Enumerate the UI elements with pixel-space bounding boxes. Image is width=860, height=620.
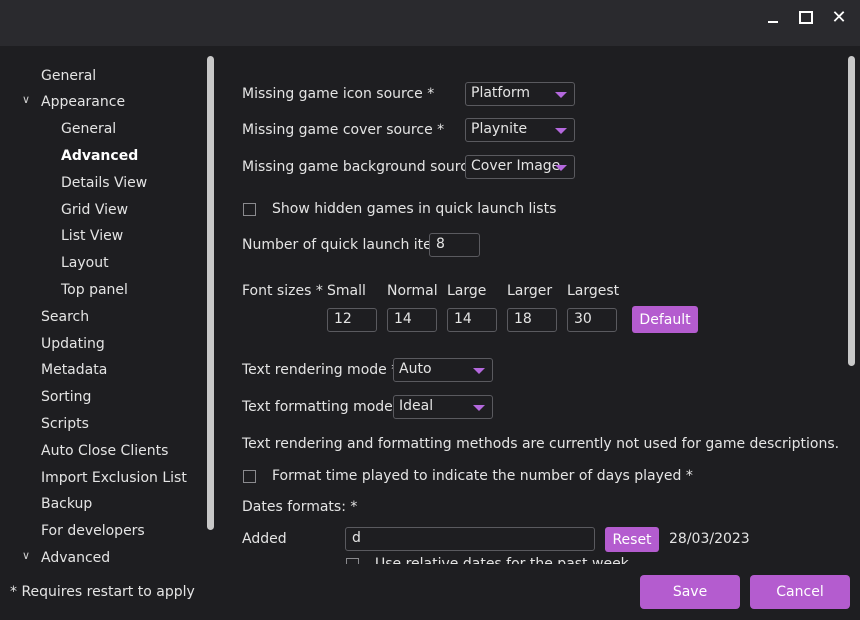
settings-sidebar: General ∨ Appearance General Advanced Det… <box>0 56 220 564</box>
formatting-mode-dropdown[interactable]: Ideal <box>393 395 493 419</box>
sidebar-item-search[interactable]: Search <box>41 309 89 325</box>
sidebar-item-appearance-general[interactable]: General <box>61 121 116 137</box>
font-size-normal-label: Normal <box>387 283 438 299</box>
font-size-large-input[interactable]: 14 <box>447 308 497 332</box>
sidebar-item-general[interactable]: General <box>41 68 96 84</box>
time-played-checkbox[interactable] <box>243 470 256 483</box>
sidebar-item-top-panel[interactable]: Top panel <box>61 282 128 298</box>
dropdown-arrow-icon <box>473 368 485 374</box>
font-size-larger-label: Larger <box>507 283 553 299</box>
quick-launch-input[interactable]: 8 <box>429 233 480 257</box>
icon-source-dropdown[interactable]: Platform <box>465 82 575 106</box>
rendering-mode-dropdown[interactable]: Auto <box>393 358 493 382</box>
font-size-largest-input[interactable]: 30 <box>567 308 617 332</box>
hidden-games-label: Show hidden games in quick launch lists <box>272 201 557 217</box>
sidebar-item-for-developers[interactable]: For developers <box>41 523 145 539</box>
sidebar-item-metadata[interactable]: Metadata <box>41 362 107 378</box>
minimize-icon[interactable] <box>762 6 784 28</box>
sidebar-item-appearance-advanced[interactable]: Advanced <box>61 148 138 164</box>
sidebar-item-auto-close-clients[interactable]: Auto Close Clients <box>41 443 168 459</box>
cover-source-dropdown[interactable]: Playnite <box>465 118 575 142</box>
sidebar-item-grid-view[interactable]: Grid View <box>61 202 128 218</box>
font-size-largest-label: Largest <box>567 283 620 299</box>
background-source-dropdown[interactable]: Cover Image <box>465 155 575 179</box>
icon-source-label: Missing game icon source * <box>242 86 435 102</box>
font-size-small-label: Small <box>327 283 366 299</box>
title-bar: ✕ <box>0 0 860 46</box>
sidebar-scrollbar[interactable] <box>207 56 214 530</box>
save-button[interactable]: Save <box>640 575 740 609</box>
sidebar-item-advanced[interactable]: ∨ Advanced <box>22 549 110 564</box>
font-size-small-input[interactable]: 12 <box>327 308 377 332</box>
added-label: Added <box>242 531 287 547</box>
cover-source-label: Missing game cover source * <box>242 122 445 138</box>
sidebar-item-details-view[interactable]: Details View <box>61 175 147 191</box>
font-size-large-label: Large <box>447 283 487 299</box>
sidebar-item-layout[interactable]: Layout <box>61 255 109 271</box>
font-sizes-label: Font sizes * <box>242 283 323 299</box>
relative-dates-label: Use relative dates for the past week <box>375 556 629 564</box>
dropdown-arrow-icon <box>473 405 485 411</box>
dates-formats-label: Dates formats: * <box>242 499 358 515</box>
added-format-input[interactable]: d <box>345 527 595 551</box>
rendering-mode-label: Text rendering mode * <box>242 362 399 378</box>
time-played-label: Format time played to indicate the numbe… <box>272 468 693 484</box>
sidebar-item-appearance[interactable]: ∨ Appearance <box>22 93 125 110</box>
sidebar-item-backup[interactable]: Backup <box>41 496 92 512</box>
added-date-preview: 28/03/2023 <box>669 531 750 547</box>
hidden-games-checkbox[interactable] <box>243 203 256 216</box>
sidebar-item-updating[interactable]: Updating <box>41 336 105 352</box>
sidebar-item-scripts[interactable]: Scripts <box>41 416 89 432</box>
content-scrollbar[interactable] <box>848 56 855 366</box>
sidebar-item-sorting[interactable]: Sorting <box>41 389 91 405</box>
reset-added-format-button[interactable]: Reset <box>605 527 659 552</box>
cancel-button[interactable]: Cancel <box>750 575 850 609</box>
chevron-down-icon[interactable]: ∨ <box>22 549 30 562</box>
restart-note: * Requires restart to apply <box>10 584 195 600</box>
font-size-normal-input[interactable]: 14 <box>387 308 437 332</box>
dropdown-arrow-icon <box>555 165 567 171</box>
dropdown-arrow-icon <box>555 128 567 134</box>
maximize-icon[interactable] <box>795 6 817 28</box>
quick-launch-label: Number of quick launch items <box>242 237 453 253</box>
default-font-sizes-button[interactable]: Default <box>632 306 698 333</box>
close-icon[interactable]: ✕ <box>828 6 850 28</box>
sidebar-item-import-exclusion-list[interactable]: Import Exclusion List <box>41 470 187 486</box>
rendering-note: Text rendering and formatting methods ar… <box>242 436 840 452</box>
font-size-larger-input[interactable]: 18 <box>507 308 557 332</box>
dropdown-arrow-icon <box>555 92 567 98</box>
chevron-down-icon[interactable]: ∨ <box>22 93 30 106</box>
formatting-mode-label: Text formatting mode * <box>242 399 405 415</box>
settings-content: Missing game icon source * Platform Miss… <box>222 56 847 564</box>
sidebar-item-list-view[interactable]: List View <box>61 228 123 244</box>
background-source-label: Missing game background source * <box>242 159 489 175</box>
